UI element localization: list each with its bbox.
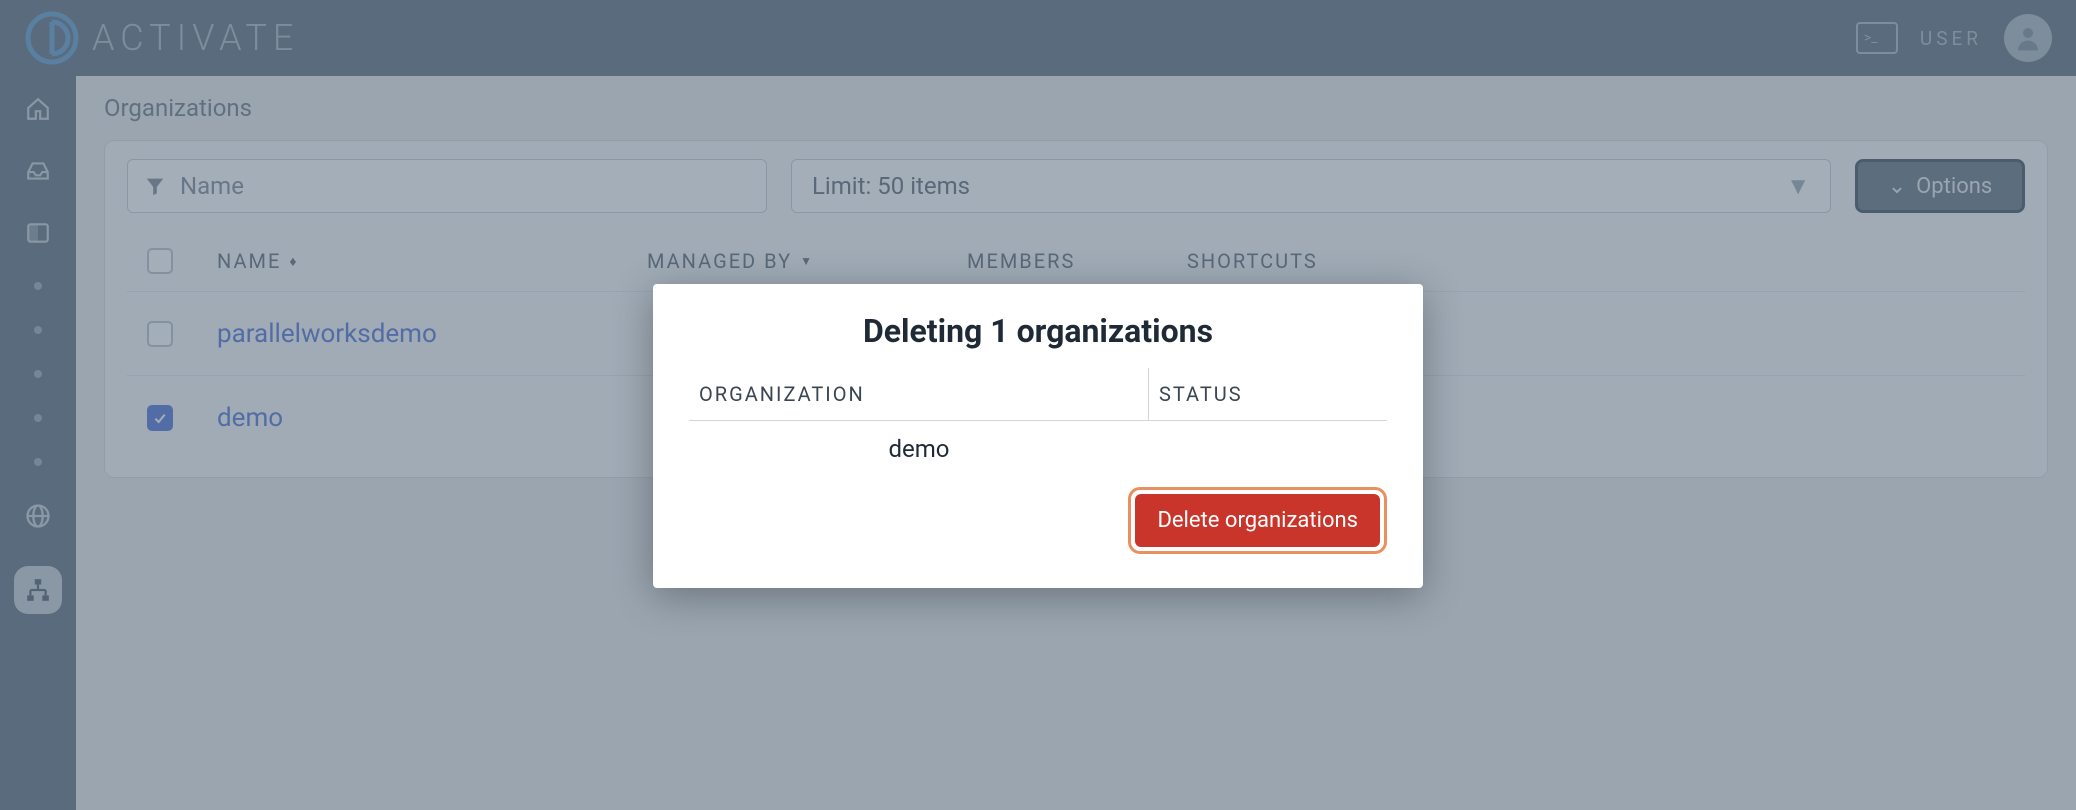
modal-overlay: Deleting 1 organizations ORGANIZATION ST… bbox=[0, 0, 2076, 810]
delete-organizations-button[interactable]: Delete organizations bbox=[1135, 494, 1380, 547]
modal-org-cell: demo bbox=[689, 421, 1149, 477]
delete-modal: Deleting 1 organizations ORGANIZATION ST… bbox=[653, 284, 1423, 588]
modal-status-cell bbox=[1149, 421, 1387, 477]
modal-col-org: ORGANIZATION bbox=[689, 368, 1149, 420]
delete-button-highlight: Delete organizations bbox=[1128, 487, 1387, 554]
modal-col-status: STATUS bbox=[1149, 368, 1387, 420]
modal-title: Deleting 1 organizations bbox=[689, 312, 1387, 350]
